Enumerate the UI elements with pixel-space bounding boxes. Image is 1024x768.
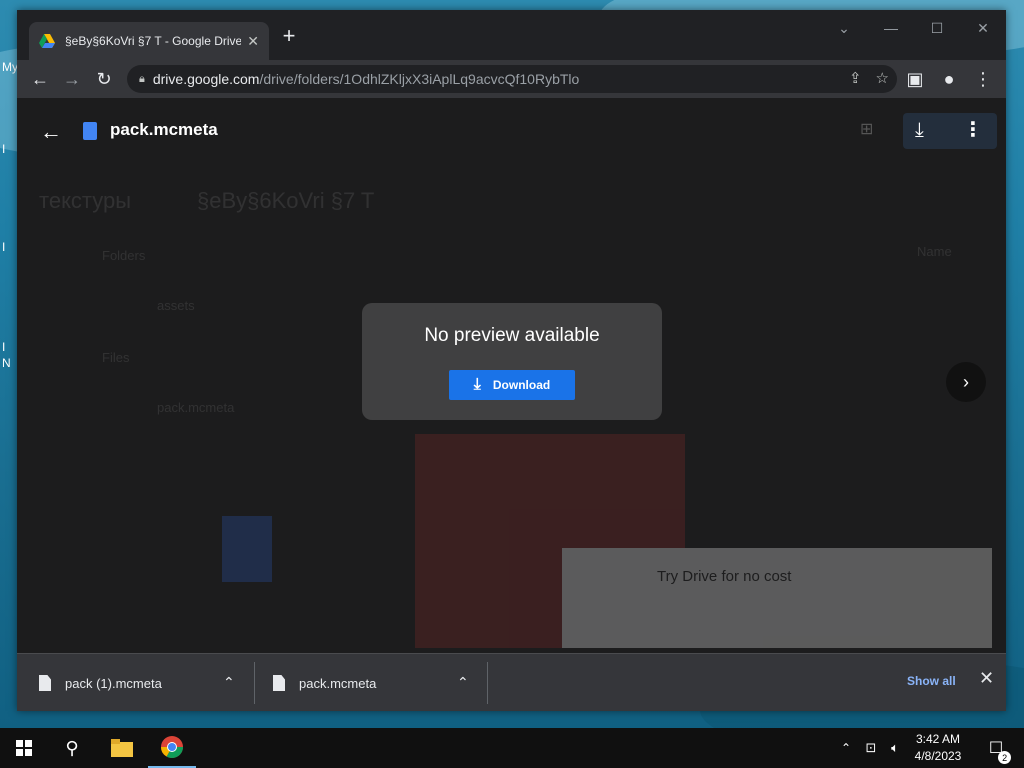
new-tab-icon[interactable]: + <box>277 23 301 48</box>
more-options-icon[interactable]: ⋮ <box>963 117 983 142</box>
windows-start-icon[interactable] <box>0 728 48 768</box>
clock-date: 4/8/2023 <box>914 749 962 763</box>
desktop-icon-label[interactable]: I <box>2 240 5 254</box>
no-preview-dialog: No preview available ⤓ Download <box>362 303 662 420</box>
file-icon <box>39 675 51 691</box>
viewer-back-icon[interactable]: ← <box>37 118 65 146</box>
url-path: /drive/folders/1OdhlZKljxX3iAplLq9acvcQf… <box>259 71 580 87</box>
tab-title: §eBy§6KoVri §7 T - Google Drive <box>65 34 242 48</box>
viewer-file-name: pack.mcmeta <box>110 120 218 139</box>
profile-icon[interactable]: ● <box>934 64 964 94</box>
downloads-bar: pack (1).mcmeta ⌃ pack.mcmeta ⌃ Show all… <box>17 653 1006 711</box>
close-window-icon[interactable]: ✕ <box>960 16 1006 40</box>
tab-search-icon[interactable]: ⌄ <box>821 16 867 40</box>
bg-sort-label: Name <box>917 244 952 259</box>
bg-promo-card: Try Drive for no cost <box>562 548 992 648</box>
bg-file-name: pack.mcmeta <box>157 400 235 415</box>
show-hidden-icons-icon[interactable]: ⌃ <box>836 728 856 768</box>
notification-center-icon[interactable]: ☐ 2 <box>978 728 1014 768</box>
download-button[interactable]: ⤓ Download <box>449 370 575 400</box>
back-icon[interactable]: ← <box>25 64 55 94</box>
chrome-menu-icon[interactable]: ⋮ <box>968 64 998 94</box>
desktop-icon-label[interactable]: N <box>2 356 11 370</box>
tab-close-icon[interactable]: ✕ <box>247 33 259 50</box>
chrome-icon[interactable] <box>148 728 196 768</box>
divider <box>254 662 255 704</box>
download-icon[interactable]: ⤓ <box>915 119 924 142</box>
share-icon[interactable]: ⇪ <box>849 69 862 87</box>
forward-icon[interactable]: → <box>57 64 87 94</box>
notification-count: 2 <box>998 751 1012 764</box>
bg-files-label: Files <box>102 350 130 365</box>
open-with-icon[interactable]: ⊞ <box>860 119 880 139</box>
file-explorer-icon[interactable] <box>98 728 146 768</box>
system-clock[interactable]: 3:42 AM 4/8/2023 <box>908 731 968 765</box>
close-icon[interactable]: ✕ <box>979 668 994 689</box>
no-preview-message: No preview available <box>424 325 600 346</box>
download-item-name: pack (1).mcmeta <box>65 675 162 691</box>
file-icon <box>273 675 285 691</box>
title-bar: §eBy§6KoVri §7 T - Google Drive ✕ + ⌄ — … <box>17 10 1006 60</box>
download-button-label: Download <box>492 378 551 392</box>
browser-toolbar: ← → ↻ 🔒︎ drive.google.com/drive/folders/… <box>17 60 1006 98</box>
reload-icon[interactable]: ↻ <box>89 64 119 94</box>
desktop-icon-label[interactable]: My <box>2 60 18 74</box>
file-viewer: текстуры §eBy§6KoVri §7 T Folders Name a… <box>17 98 1006 653</box>
search-icon[interactable]: ⚲ <box>48 728 96 768</box>
download-item[interactable]: pack.mcmeta <box>273 654 376 711</box>
desktop-icon-label[interactable]: I <box>2 340 5 354</box>
google-drive-icon <box>39 34 55 48</box>
browser-window: §eBy§6KoVri §7 T - Google Drive ✕ + ⌄ — … <box>17 10 1006 711</box>
url-host: drive.google.com <box>152 71 260 87</box>
download-icon: ⤓ <box>473 376 481 393</box>
bg-breadcrumb-current: §eBy§6KoVri §7 T <box>197 188 375 213</box>
divider <box>487 662 488 704</box>
bg-file-icon <box>222 516 272 582</box>
bg-folders-label: Folders <box>102 248 146 263</box>
maximize-icon[interactable]: ☐ <box>914 16 960 40</box>
download-item-name: pack.mcmeta <box>299 675 377 691</box>
side-panel-icon[interactable]: ▣ <box>900 64 930 94</box>
taskbar: ⚲ ⌃ ⊡ 🔈︎ 3:42 AM 4/8/2023 ☐ 2 <box>0 728 1024 768</box>
bg-folder-name: assets <box>157 298 195 313</box>
bg-breadcrumb-root: текстуры <box>39 188 132 213</box>
chevron-up-icon[interactable]: ⌃ <box>223 674 235 691</box>
clock-time: 3:42 AM <box>915 732 961 746</box>
chevron-up-icon[interactable]: ⌃ <box>457 674 469 691</box>
show-all-link[interactable]: Show all <box>907 674 956 688</box>
address-bar[interactable]: 🔒︎ drive.google.com/drive/folders/1OdhlZ… <box>127 65 897 93</box>
bg-promo-title: Try Drive for no cost <box>657 568 792 585</box>
browser-tab[interactable]: §eBy§6KoVri §7 T - Google Drive ✕ <box>29 22 269 60</box>
document-icon <box>83 122 97 140</box>
lock-icon[interactable]: 🔒︎ <box>139 73 145 86</box>
next-file-icon[interactable]: › <box>946 362 986 402</box>
viewer-actions: ⤓ ⋮ <box>903 113 997 149</box>
network-icon[interactable]: ⊡ <box>860 728 882 768</box>
bookmark-star-icon[interactable]: ☆ <box>876 69 889 87</box>
desktop-icon-label[interactable]: I <box>2 142 5 156</box>
download-item[interactable]: pack (1).mcmeta <box>39 654 162 711</box>
minimize-icon[interactable]: — <box>868 16 914 40</box>
volume-icon[interactable]: 🔈︎ <box>884 728 906 768</box>
